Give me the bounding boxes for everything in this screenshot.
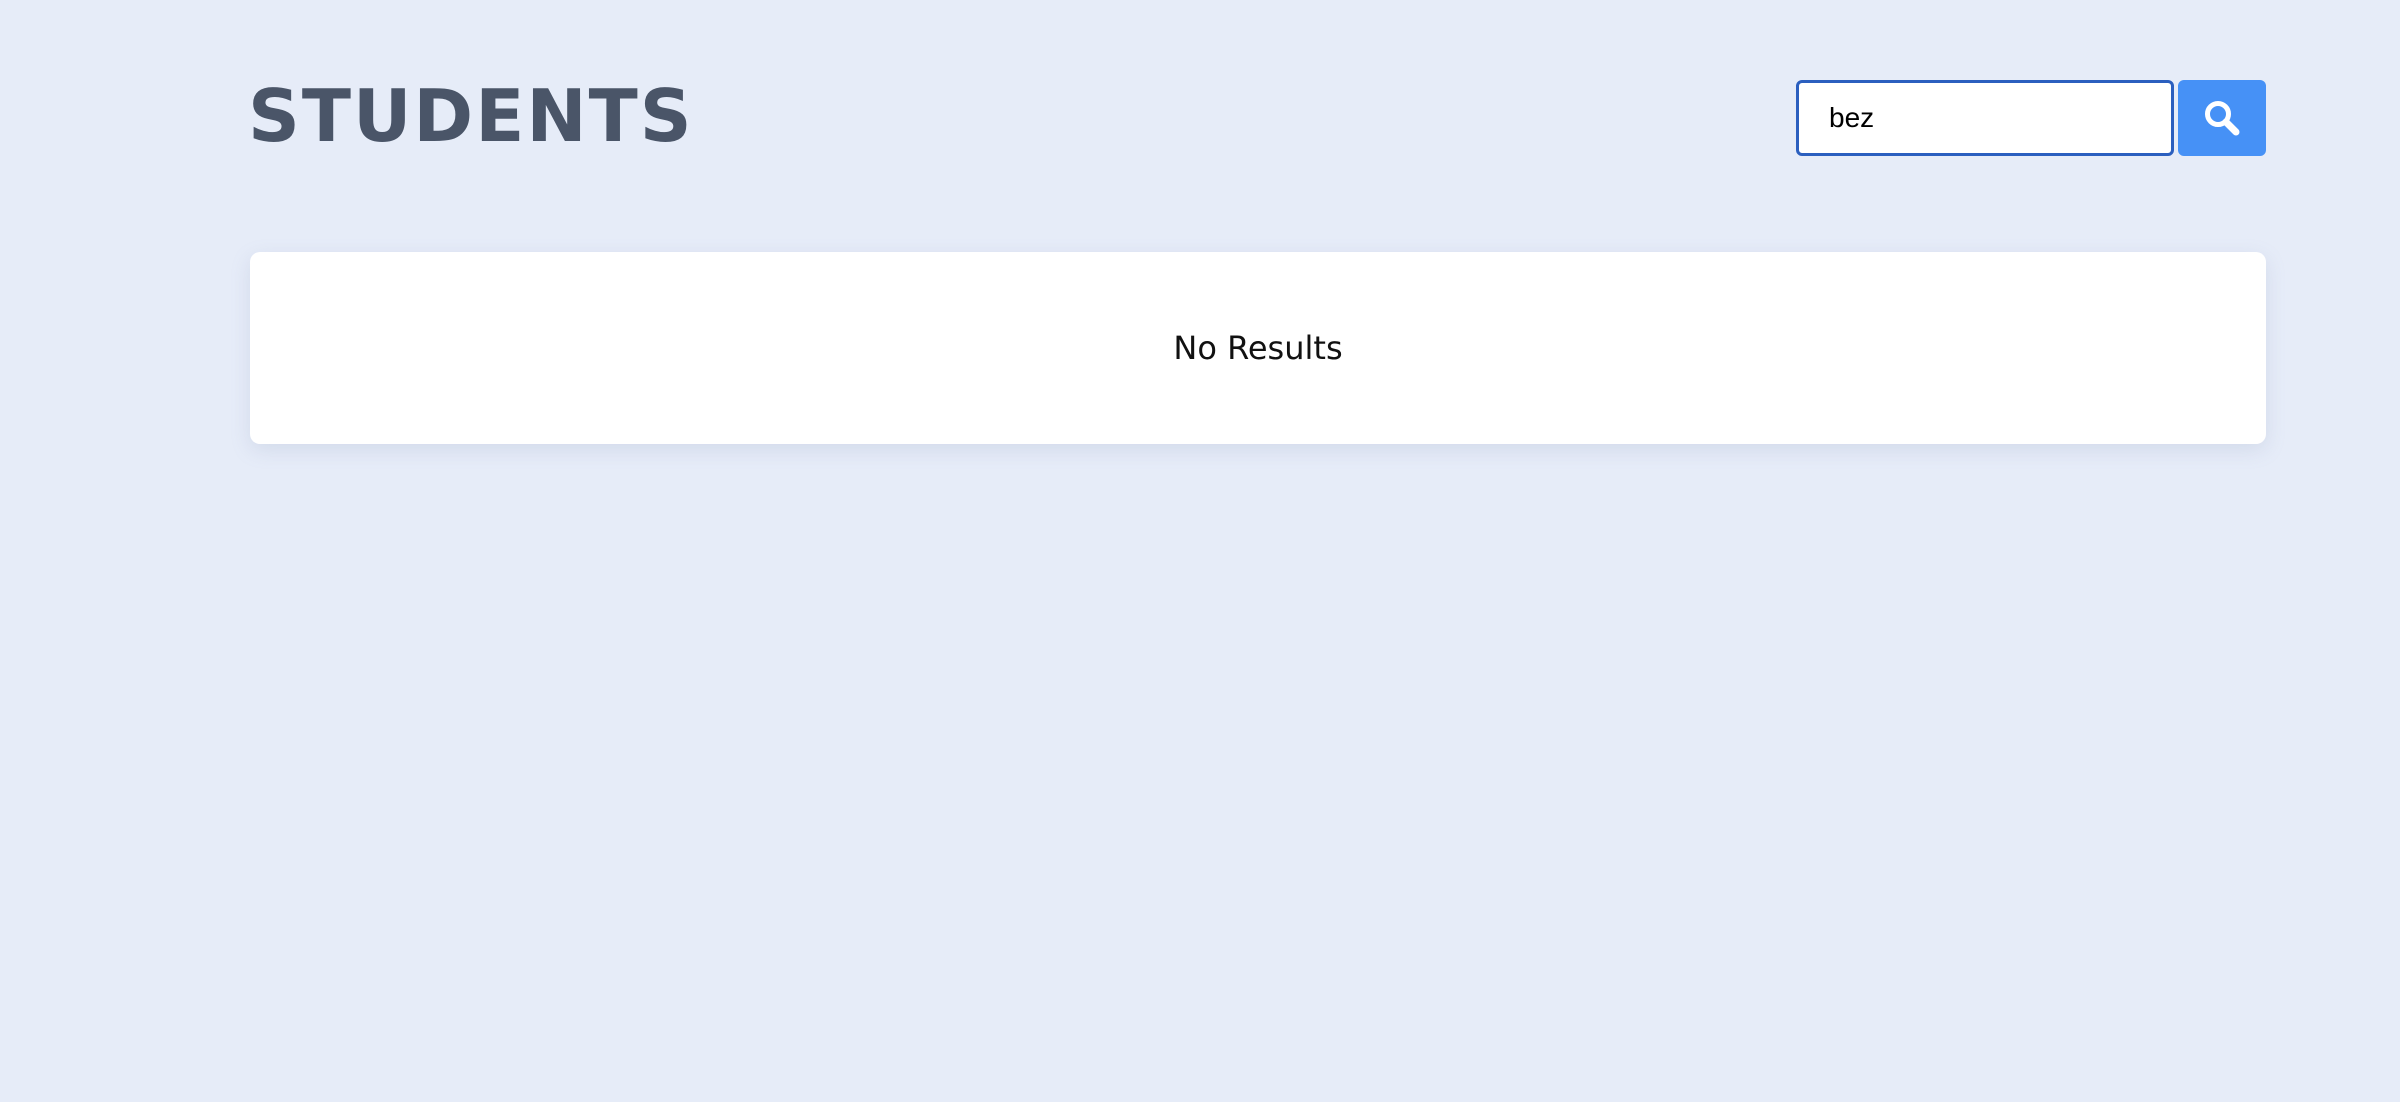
results-card: No Results: [250, 252, 2266, 444]
search-icon: [2202, 98, 2242, 138]
search-input[interactable]: [1796, 80, 2174, 156]
no-results-message: No Results: [1173, 329, 1343, 367]
search-button[interactable]: [2178, 80, 2266, 156]
page-title: STUDENTS: [248, 74, 694, 158]
search-bar: [1796, 80, 2266, 156]
